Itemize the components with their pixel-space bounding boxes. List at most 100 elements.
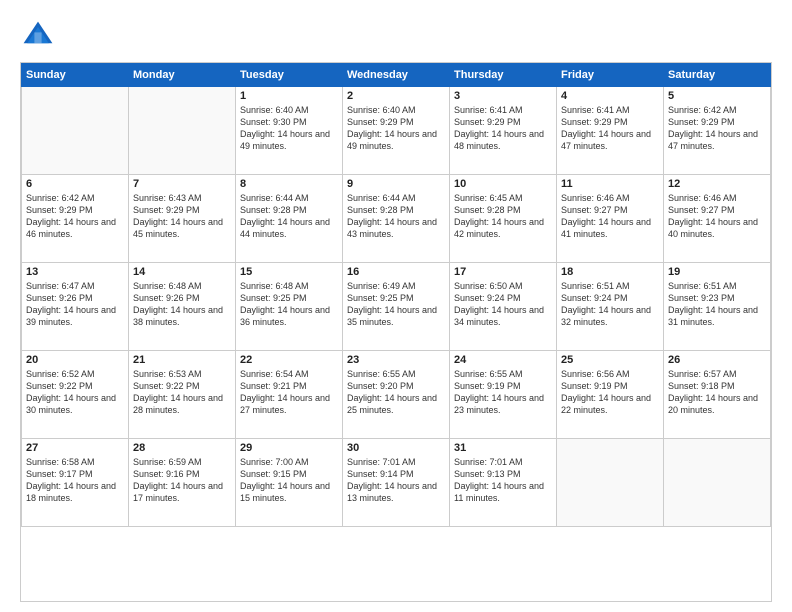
day-number: 21 xyxy=(133,354,231,366)
day-number: 16 xyxy=(347,266,445,278)
day-info: Sunrise: 6:45 AM Sunset: 9:28 PM Dayligh… xyxy=(454,192,552,241)
calendar-cell xyxy=(664,439,771,527)
day-number: 8 xyxy=(240,178,338,190)
day-number: 28 xyxy=(133,442,231,454)
calendar-cell xyxy=(22,87,129,175)
day-number: 15 xyxy=(240,266,338,278)
day-info: Sunrise: 6:40 AM Sunset: 9:30 PM Dayligh… xyxy=(240,104,338,153)
week-row-2: 6 Sunrise: 6:42 AM Sunset: 9:29 PM Daylig… xyxy=(22,175,771,263)
calendar-cell: 4 Sunrise: 6:41 AM Sunset: 9:29 PM Daylig… xyxy=(557,87,664,175)
day-info: Sunrise: 6:58 AM Sunset: 9:17 PM Dayligh… xyxy=(26,456,124,505)
day-info: Sunrise: 7:01 AM Sunset: 9:13 PM Dayligh… xyxy=(454,456,552,505)
week-row-1: 1 Sunrise: 6:40 AM Sunset: 9:30 PM Daylig… xyxy=(22,87,771,175)
calendar-cell: 28Sunrise: 6:59 AM Sunset: 9:16 PM Dayli… xyxy=(129,439,236,527)
calendar-cell: 21 Sunrise: 6:53 AM Sunset: 9:22 PM Dayli… xyxy=(129,351,236,439)
day-info: Sunrise: 6:42 AM Sunset: 9:29 PM Dayligh… xyxy=(668,104,766,153)
calendar-cell: 10 Sunrise: 6:45 AM Sunset: 9:28 PM Dayli… xyxy=(450,175,557,263)
day-number: 25 xyxy=(561,354,659,366)
day-number: 14 xyxy=(133,266,231,278)
calendar-cell: 9 Sunrise: 6:44 AM Sunset: 9:28 PM Daylig… xyxy=(343,175,450,263)
day-number: 1 xyxy=(240,90,338,102)
calendar-cell: 30 Sunrise: 7:01 AM Sunset: 9:14 PM Dayli… xyxy=(343,439,450,527)
calendar-cell: 6 Sunrise: 6:42 AM Sunset: 9:29 PM Daylig… xyxy=(22,175,129,263)
calendar: SundayMondayTuesdayWednesdayThursdayFrid… xyxy=(20,62,772,602)
day-info: Sunrise: 6:41 AM Sunset: 9:29 PM Dayligh… xyxy=(561,104,659,153)
calendar-cell: 5 Sunrise: 6:42 AM Sunset: 9:29 PM Daylig… xyxy=(664,87,771,175)
day-number: 27 xyxy=(26,442,124,454)
calendar-cell: 22 Sunrise: 6:54 AM Sunset: 9:21 PM Dayli… xyxy=(236,351,343,439)
day-info: Sunrise: 6:49 AM Sunset: 9:25 PM Dayligh… xyxy=(347,280,445,329)
day-info: Sunrise: 6:51 AM Sunset: 9:23 PM Dayligh… xyxy=(668,280,766,329)
day-number: 12 xyxy=(668,178,766,190)
day-info: Sunrise: 6:42 AM Sunset: 9:29 PM Dayligh… xyxy=(26,192,124,241)
day-number: 7 xyxy=(133,178,231,190)
weekday-saturday: Saturday xyxy=(664,64,771,87)
day-number: 17 xyxy=(454,266,552,278)
day-number: 30 xyxy=(347,442,445,454)
calendar-cell: 11 Sunrise: 6:46 AM Sunset: 9:27 PM Dayli… xyxy=(557,175,664,263)
week-row-5: 27 Sunrise: 6:58 AM Sunset: 9:17 PM Dayli… xyxy=(22,439,771,527)
day-number: 19 xyxy=(668,266,766,278)
calendar-cell: 19 Sunrise: 6:51 AM Sunset: 9:23 PM Dayli… xyxy=(664,263,771,351)
calendar-cell: 24Sunrise: 6:55 AM Sunset: 9:19 PM Dayli… xyxy=(450,351,557,439)
weekday-monday: Monday xyxy=(129,64,236,87)
day-number: 29 xyxy=(240,442,338,454)
day-number: 31 xyxy=(454,442,552,454)
weekday-tuesday: Tuesday xyxy=(236,64,343,87)
day-number: 26 xyxy=(668,354,766,366)
weekday-wednesday: Wednesday xyxy=(343,64,450,87)
day-number: 10 xyxy=(454,178,552,190)
week-row-3: 13 Sunrise: 6:47 AM Sunset: 9:26 PM Dayli… xyxy=(22,263,771,351)
day-info: Sunrise: 6:52 AM Sunset: 9:22 PM Dayligh… xyxy=(26,368,124,417)
day-number: 5 xyxy=(668,90,766,102)
day-number: 23 xyxy=(347,354,445,366)
day-number: 9 xyxy=(347,178,445,190)
calendar-cell: 14Sunrise: 6:48 AM Sunset: 9:26 PM Dayli… xyxy=(129,263,236,351)
calendar-cell: 3 Sunrise: 6:41 AM Sunset: 9:29 PM Daylig… xyxy=(450,87,557,175)
logo xyxy=(20,18,62,54)
calendar-cell: 1 Sunrise: 6:40 AM Sunset: 9:30 PM Daylig… xyxy=(236,87,343,175)
header xyxy=(20,18,772,54)
day-number: 6 xyxy=(26,178,124,190)
calendar-cell: 12Sunrise: 6:46 AM Sunset: 9:27 PM Dayli… xyxy=(664,175,771,263)
calendar-cell: 20 Sunrise: 6:52 AM Sunset: 9:22 PM Dayli… xyxy=(22,351,129,439)
week-row-4: 20 Sunrise: 6:52 AM Sunset: 9:22 PM Dayli… xyxy=(22,351,771,439)
day-info: Sunrise: 6:56 AM Sunset: 9:19 PM Dayligh… xyxy=(561,368,659,417)
day-info: Sunrise: 6:57 AM Sunset: 9:18 PM Dayligh… xyxy=(668,368,766,417)
day-info: Sunrise: 6:44 AM Sunset: 9:28 PM Dayligh… xyxy=(347,192,445,241)
weekday-thursday: Thursday xyxy=(450,64,557,87)
calendar-cell: 13 Sunrise: 6:47 AM Sunset: 9:26 PM Dayli… xyxy=(22,263,129,351)
calendar-cell: 7 Sunrise: 6:43 AM Sunset: 9:29 PM Daylig… xyxy=(129,175,236,263)
day-info: Sunrise: 7:00 AM Sunset: 9:15 PM Dayligh… xyxy=(240,456,338,505)
day-info: Sunrise: 6:46 AM Sunset: 9:27 PM Dayligh… xyxy=(561,192,659,241)
day-number: 13 xyxy=(26,266,124,278)
weekday-sunday: Sunday xyxy=(22,64,129,87)
day-info: Sunrise: 6:44 AM Sunset: 9:28 PM Dayligh… xyxy=(240,192,338,241)
weekday-header-row: SundayMondayTuesdayWednesdayThursdayFrid… xyxy=(22,64,771,87)
calendar-cell: 23 Sunrise: 6:55 AM Sunset: 9:20 PM Dayli… xyxy=(343,351,450,439)
calendar-cell: 18Sunrise: 6:51 AM Sunset: 9:24 PM Dayli… xyxy=(557,263,664,351)
calendar-cell xyxy=(129,87,236,175)
day-number: 24 xyxy=(454,354,552,366)
day-number: 22 xyxy=(240,354,338,366)
day-info: Sunrise: 6:54 AM Sunset: 9:21 PM Dayligh… xyxy=(240,368,338,417)
calendar-cell: 27 Sunrise: 6:58 AM Sunset: 9:17 PM Dayli… xyxy=(22,439,129,527)
logo-icon xyxy=(20,18,56,54)
day-number: 20 xyxy=(26,354,124,366)
day-number: 3 xyxy=(454,90,552,102)
day-info: Sunrise: 6:43 AM Sunset: 9:29 PM Dayligh… xyxy=(133,192,231,241)
calendar-cell: 2Sunrise: 6:40 AM Sunset: 9:29 PM Daylig… xyxy=(343,87,450,175)
day-number: 11 xyxy=(561,178,659,190)
day-info: Sunrise: 6:47 AM Sunset: 9:26 PM Dayligh… xyxy=(26,280,124,329)
day-info: Sunrise: 6:41 AM Sunset: 9:29 PM Dayligh… xyxy=(454,104,552,153)
day-number: 4 xyxy=(561,90,659,102)
day-info: Sunrise: 7:01 AM Sunset: 9:14 PM Dayligh… xyxy=(347,456,445,505)
day-info: Sunrise: 6:53 AM Sunset: 9:22 PM Dayligh… xyxy=(133,368,231,417)
calendar-cell: 17Sunrise: 6:50 AM Sunset: 9:24 PM Dayli… xyxy=(450,263,557,351)
day-info: Sunrise: 6:55 AM Sunset: 9:20 PM Dayligh… xyxy=(347,368,445,417)
calendar-cell: 15 Sunrise: 6:48 AM Sunset: 9:25 PM Dayli… xyxy=(236,263,343,351)
calendar-cell: 29 Sunrise: 7:00 AM Sunset: 9:15 PM Dayli… xyxy=(236,439,343,527)
calendar-cell xyxy=(557,439,664,527)
day-info: Sunrise: 6:51 AM Sunset: 9:24 PM Dayligh… xyxy=(561,280,659,329)
day-info: Sunrise: 6:48 AM Sunset: 9:25 PM Dayligh… xyxy=(240,280,338,329)
